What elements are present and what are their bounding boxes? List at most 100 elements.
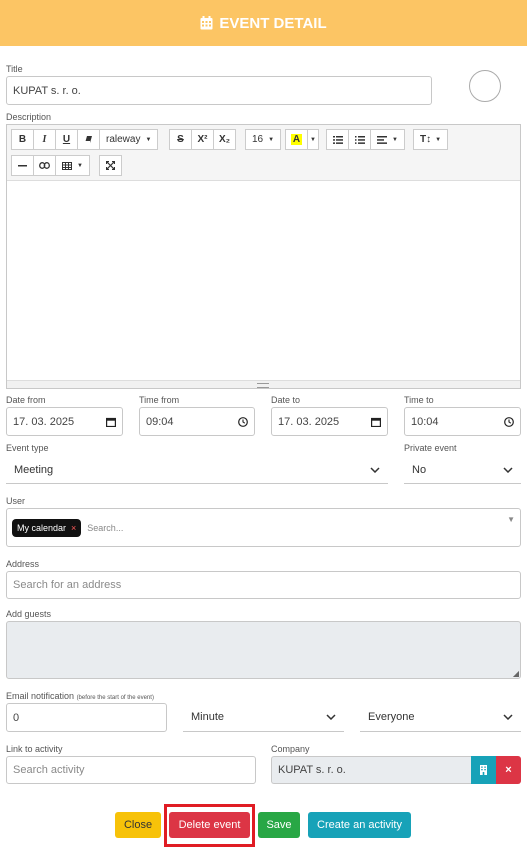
email-notification-sublabel: (before the start of the event) xyxy=(76,695,154,701)
guests-textarea[interactable]: ◢ xyxy=(6,621,521,679)
create-activity-button[interactable]: Create an activity xyxy=(308,812,411,838)
ordered-list-icon xyxy=(354,135,365,144)
guests-label: Add guests xyxy=(6,609,52,619)
ordered-list-button[interactable] xyxy=(348,129,371,150)
link-activity-label: Link to activity xyxy=(6,744,63,754)
editor-resize-handle[interactable] xyxy=(7,380,520,388)
user-tag: My calendar × xyxy=(12,518,82,537)
font-family-dropdown[interactable]: raleway ▼ xyxy=(99,129,159,150)
private-event-value: No xyxy=(412,463,427,476)
chevron-down-icon xyxy=(503,714,513,720)
email-notification-title: Email notification xyxy=(6,691,75,701)
time-to-value: 10:04 xyxy=(411,415,439,428)
notification-amount-input[interactable]: 0 xyxy=(6,703,167,732)
expand-icon xyxy=(106,161,115,170)
date-to-input[interactable]: 17. 03. 2025 xyxy=(271,407,388,436)
description-label: Description xyxy=(6,112,52,122)
company-detail-button[interactable] xyxy=(471,756,496,784)
font-family-value: raleway xyxy=(106,134,141,145)
notification-recipients-select[interactable]: Everyone xyxy=(360,703,521,732)
clock-icon xyxy=(238,416,248,427)
eraser-button[interactable] xyxy=(77,129,100,150)
time-from-label: Time from xyxy=(139,395,180,405)
event-type-label: Event type xyxy=(6,443,49,453)
address-label: Address xyxy=(6,559,40,569)
notification-unit-select[interactable]: Minute xyxy=(183,703,344,732)
text-color-button[interactable]: A xyxy=(285,129,308,150)
caret-down-icon: ▼ xyxy=(77,162,83,169)
time-from-input[interactable]: 09:04 xyxy=(139,407,255,436)
time-to-label: Time to xyxy=(404,395,434,405)
company-remove-button[interactable]: × xyxy=(496,756,521,784)
modal-header: EVENT DETAIL xyxy=(0,0,527,46)
event-type-value: Meeting xyxy=(14,463,54,476)
time-to-input[interactable]: 10:04 xyxy=(404,407,521,436)
calendar-icon xyxy=(106,417,116,427)
calendar-icon xyxy=(371,417,381,427)
calendar-icon xyxy=(200,16,213,30)
link-activity-input[interactable]: Search activity xyxy=(6,756,256,784)
user-label: User xyxy=(6,496,26,506)
resize-grip-icon[interactable]: ◢ xyxy=(513,669,519,678)
italic-button[interactable]: I xyxy=(33,129,56,150)
font-size-dropdown[interactable]: 16 ▼ xyxy=(245,129,282,150)
company-input: KUPAT s. r. o. xyxy=(271,756,472,784)
eraser-icon xyxy=(85,136,92,143)
user-multiselect[interactable]: My calendar × Search... ▼ xyxy=(6,508,521,547)
notification-unit-value: Minute xyxy=(191,711,225,723)
strikethrough-button[interactable]: S xyxy=(169,129,192,150)
tag-remove-icon[interactable]: × xyxy=(71,523,76,533)
private-event-label: Private event xyxy=(404,443,457,453)
time-from-value: 09:04 xyxy=(146,415,174,428)
caret-down-icon: ▼ xyxy=(268,136,275,143)
superscript-button[interactable]: X² xyxy=(191,129,214,150)
chevron-down-icon xyxy=(503,466,513,473)
email-notification-label: Email notification (before the start of … xyxy=(6,691,154,701)
date-from-input[interactable]: 17. 03. 2025 xyxy=(6,407,123,436)
highlight-box xyxy=(164,804,255,847)
color-dropdown[interactable]: ▼ xyxy=(307,129,319,150)
close-button[interactable]: Close xyxy=(115,812,161,838)
editor-toolbar: B I U raleway ▼ S X² X₂ 16 ▼ A ▼ ▼ T↕ ▼ … xyxy=(7,125,520,181)
text-color-icon: A xyxy=(290,134,303,145)
subscript-button[interactable]: X₂ xyxy=(213,129,236,150)
private-event-select[interactable]: No xyxy=(404,456,521,484)
font-size-value: 16 xyxy=(252,134,264,145)
date-from-value: 17. 03. 2025 xyxy=(13,415,75,428)
event-type-select[interactable]: Meeting xyxy=(6,456,388,484)
modal-title: EVENT DETAIL xyxy=(219,14,327,32)
title-input[interactable]: KUPAT s. r. o. xyxy=(6,76,432,105)
link-icon xyxy=(39,162,50,169)
description-editor[interactable]: B I U raleway ▼ S X² X₂ 16 ▼ A ▼ ▼ T↕ ▼ … xyxy=(6,124,521,389)
date-to-value: 17. 03. 2025 xyxy=(278,415,340,428)
table-dropdown[interactable]: ▼ xyxy=(55,155,90,176)
align-icon xyxy=(377,135,387,144)
clock-icon xyxy=(504,416,514,427)
list-icon xyxy=(332,135,343,144)
link-button[interactable] xyxy=(33,155,56,176)
user-tag-label: My calendar xyxy=(17,522,67,533)
horizontal-rule-button[interactable] xyxy=(11,155,34,176)
caret-down-icon: ▼ xyxy=(392,136,398,143)
minus-icon xyxy=(18,164,27,166)
avatar[interactable] xyxy=(469,70,501,102)
line-height-icon: T↕ xyxy=(420,134,432,145)
company-label: Company xyxy=(271,744,310,754)
line-height-dropdown[interactable]: T↕ ▼ xyxy=(413,129,449,150)
caret-down-icon: ▼ xyxy=(435,136,442,143)
underline-button[interactable]: U xyxy=(55,129,78,150)
caret-down-icon[interactable]: ▼ xyxy=(507,515,515,524)
save-button[interactable]: Save xyxy=(258,812,300,838)
chevron-down-icon xyxy=(326,714,336,720)
address-input[interactable]: Search for an address xyxy=(6,571,521,599)
bold-button[interactable]: B xyxy=(11,129,34,150)
unordered-list-button[interactable] xyxy=(326,129,349,150)
caret-down-icon: ▼ xyxy=(145,136,152,143)
notification-recipients-value: Everyone xyxy=(368,711,415,723)
fullscreen-button[interactable] xyxy=(99,155,122,176)
date-from-label: Date from xyxy=(6,395,46,405)
align-dropdown[interactable]: ▼ xyxy=(370,129,405,150)
date-to-label: Date to xyxy=(271,395,301,405)
title-label: Title xyxy=(6,64,23,74)
user-search-placeholder[interactable]: Search... xyxy=(87,523,123,533)
